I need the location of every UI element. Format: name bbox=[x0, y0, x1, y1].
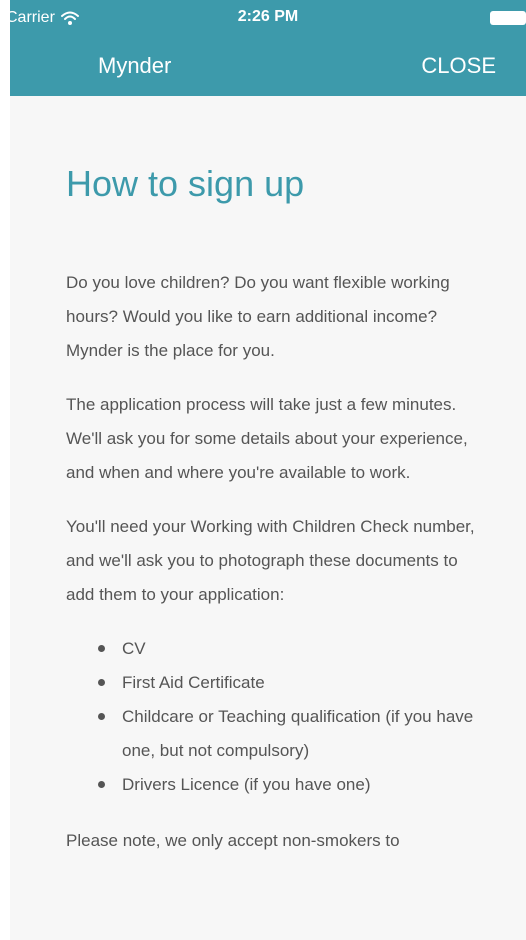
bullet-icon bbox=[98, 679, 105, 686]
list-item-label: First Aid Certificate bbox=[122, 673, 265, 692]
bullet-icon bbox=[98, 645, 105, 652]
list-item-label: Drivers Licence (if you have one) bbox=[122, 775, 371, 794]
requirements-paragraph: You'll need your Working with Children C… bbox=[66, 517, 475, 604]
list-item-label: CV bbox=[122, 639, 146, 658]
list-item: First Aid Certificate bbox=[66, 666, 486, 700]
bullet-icon bbox=[98, 781, 105, 788]
list-item: Childcare or Teaching qualification (if … bbox=[66, 700, 486, 768]
documents-list: CV First Aid Certificate Childcare or Te… bbox=[66, 632, 486, 802]
battery-icon bbox=[490, 11, 526, 25]
app-title: Mynder bbox=[98, 53, 172, 78]
signup-info: How to sign up Do you love children? Do … bbox=[66, 160, 486, 878]
app-screen: Carrier 2:26 PM Mynder CLOSE How to sign… bbox=[10, 0, 526, 940]
intro-paragraph: Do you love children? Do you want flexib… bbox=[66, 273, 450, 360]
nav-bar: Mynder CLOSE bbox=[10, 40, 526, 96]
process-paragraph: The application process will take just a… bbox=[66, 395, 468, 482]
list-item: Drivers Licence (if you have one) bbox=[66, 768, 486, 802]
status-bar: Carrier 2:26 PM bbox=[10, 0, 526, 36]
note-paragraph: Please note, we only accept non-smokers … bbox=[66, 831, 400, 850]
bullet-icon bbox=[98, 713, 105, 720]
list-item-label: Childcare or Teaching qualification (if … bbox=[122, 707, 474, 760]
list-item: CV bbox=[66, 632, 486, 666]
status-time: 2:26 PM bbox=[237, 8, 299, 25]
page-title: How to sign up bbox=[66, 163, 305, 204]
close-button[interactable]: CLOSE bbox=[421, 52, 496, 80]
header: Carrier 2:26 PM Mynder CLOSE bbox=[10, 0, 526, 96]
